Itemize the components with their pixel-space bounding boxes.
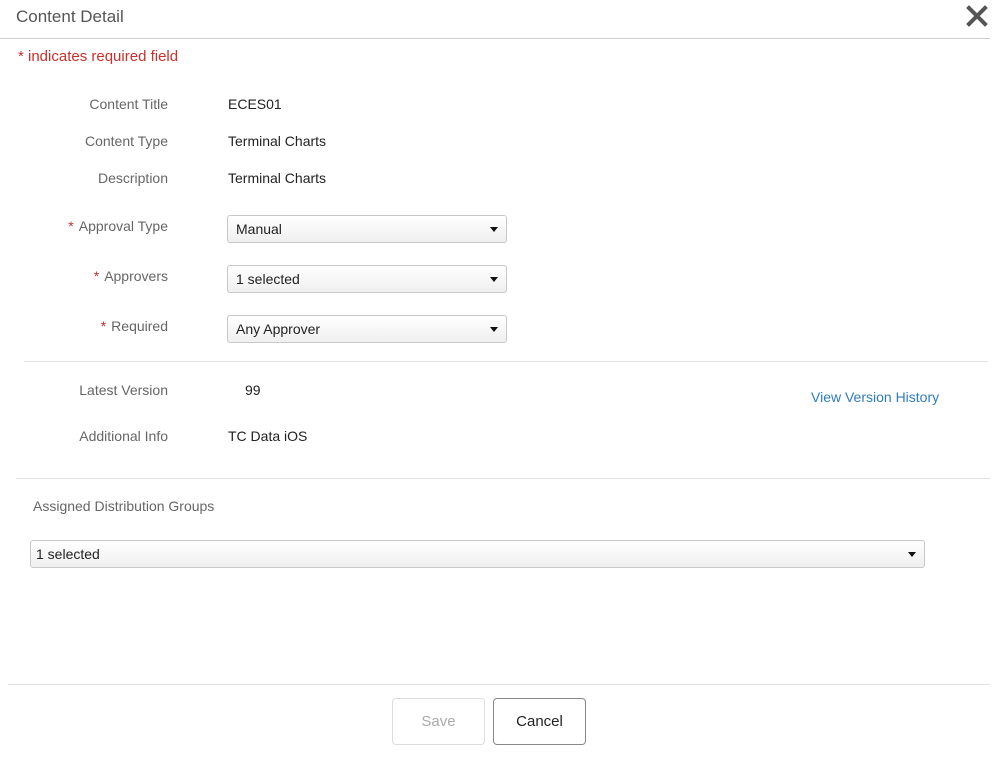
additional-info-value: TC Data iOS [228,428,308,444]
content-title-value: ECES01 [228,96,282,112]
header-title: Content Detail [16,7,124,26]
approval-type-select[interactable]: Manual [227,215,507,243]
view-version-history-link[interactable]: View Version History [811,389,939,405]
chevron-down-icon [490,277,498,282]
save-button[interactable]: Save [392,698,485,745]
additional-info-label: Additional Info [79,428,168,444]
content-type-value: Terminal Charts [228,133,327,149]
distribution-groups-label: Assigned Distribution Groups [33,498,215,514]
footer-divider [8,684,990,685]
approvers-label: * Approvers [18,268,168,284]
content-type-label: Content Type [84,133,168,149]
required-star: * [68,218,74,234]
approval-type-value: Manual [236,221,282,237]
header-divider [0,38,990,39]
latest-version-label: Latest Version [79,382,168,398]
cancel-button[interactable]: Cancel [493,698,586,745]
chevron-down-icon [490,327,498,332]
distribution-groups-select[interactable]: 1 selected [30,540,925,568]
required-value: Any Approver [236,321,321,337]
latest-version-value: 99 [245,382,261,398]
chevron-down-icon [908,552,916,557]
approvers-select[interactable]: 1 selected [227,265,507,293]
required-label-text: Required [111,318,168,334]
approvers-value: 1 selected [236,271,300,287]
close-icon[interactable] [964,3,990,29]
required-star: * [100,318,107,334]
required-star: * [93,268,100,284]
section-divider [24,361,988,362]
approvers-label-text: Approvers [104,268,168,284]
approval-type-label: * Approval Type [18,218,168,234]
chevron-down-icon [490,227,498,232]
content-title-label: Content Title [89,96,168,112]
description-value: Terminal Charts [228,170,327,186]
required-field-note: * indicates required field [18,48,179,65]
required-label: * Required [18,318,168,334]
distribution-groups-value: 1 selected [36,546,100,562]
required-select[interactable]: Any Approver [227,315,507,343]
description-label: Description [97,170,168,186]
approval-type-label-text: Approval Type [78,218,168,234]
section-divider [16,478,990,479]
